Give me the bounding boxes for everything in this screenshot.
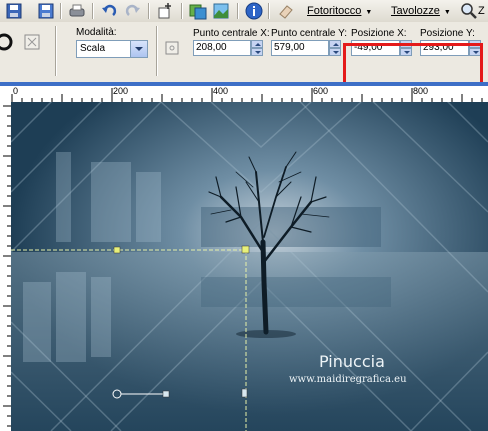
deform-tool-icon[interactable] [0, 32, 14, 52]
menu-tavolozze-label: Tavolozze [391, 5, 440, 17]
tool-options-bar: Modalità: Scala Punto centrale X: 208,00… [0, 22, 488, 90]
pos-y-label: Posizione Y: [420, 28, 475, 39]
ruler-label-800: 800 [413, 86, 429, 96]
new-layer-icon[interactable] [157, 2, 175, 20]
chevron-down-icon[interactable] [130, 41, 147, 57]
mode-select-value: Scala [80, 43, 106, 54]
center-x-spinner[interactable] [251, 40, 263, 56]
redo-icon[interactable] [124, 2, 142, 20]
pos-x-label: Posizione X: [351, 28, 407, 39]
watermark-name: Pinuccia [319, 352, 385, 371]
menu-fotoritocco-label: Fotoritocco [307, 5, 362, 17]
ruler-label-0: 0 [13, 86, 19, 96]
center-x-field[interactable]: 208,00 [193, 40, 251, 56]
main-toolbar: Fotoritocco ▼ Tavolozze ▼ Z [0, 0, 488, 23]
print-icon[interactable] [68, 2, 86, 20]
undo-icon[interactable] [100, 2, 118, 20]
save-all-icon[interactable] [5, 2, 23, 20]
menu-fotoritocco[interactable]: Fotoritocco ▼ [307, 5, 372, 17]
save-icon[interactable] [37, 2, 55, 20]
center-point-icon[interactable] [165, 41, 179, 55]
menu-tavolozze[interactable]: Tavolozze ▼ [391, 5, 451, 17]
info-icon[interactable] [245, 2, 263, 20]
image-canvas[interactable]: Pinuccia www.maidiregrafica.eu [11, 102, 488, 431]
ruler-label-400: 400 [213, 86, 229, 96]
watermark-url: www.maidiregrafica.eu [289, 374, 407, 385]
menu-zoom-label[interactable]: Z [478, 5, 485, 17]
mode-select[interactable]: Scala [76, 40, 148, 58]
center-x-label: Punto centrale X: [193, 28, 270, 39]
image-icon[interactable] [212, 2, 230, 20]
layers-icon[interactable] [189, 2, 207, 20]
center-y-field[interactable]: 579,00 [271, 40, 329, 56]
reset-transform-icon[interactable] [24, 34, 40, 50]
center-y-spinner[interactable] [329, 40, 341, 56]
eraser-icon[interactable] [277, 2, 295, 20]
center-y-label: Punto centrale Y: [271, 28, 347, 39]
ruler-label-200: 200 [113, 86, 129, 96]
horizontal-ruler: 0 200 400 600 800 [0, 86, 488, 103]
canvas-artwork [11, 102, 488, 431]
ruler-label-600: 600 [313, 86, 329, 96]
mode-label: Modalità: [76, 27, 117, 38]
zoom-icon[interactable] [460, 2, 478, 20]
